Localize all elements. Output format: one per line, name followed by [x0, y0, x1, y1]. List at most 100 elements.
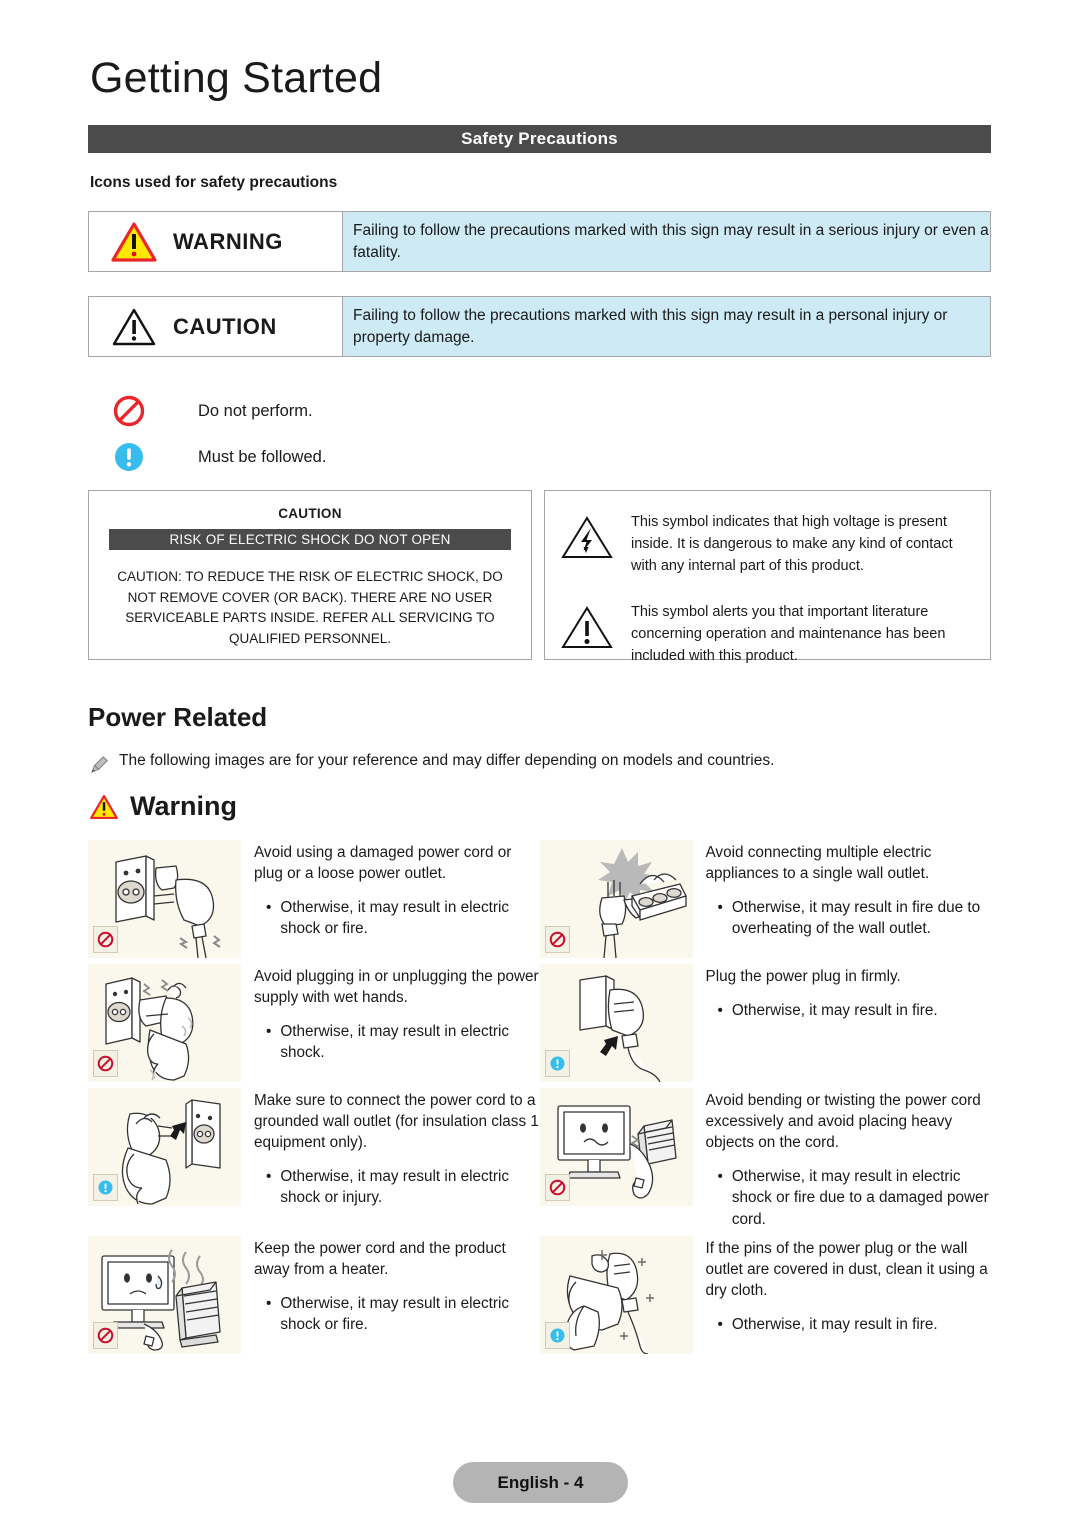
- must-follow-badge: [93, 1174, 118, 1201]
- warning-item-bullet: • Otherwise, it may result in electric s…: [254, 897, 540, 939]
- prohibition-badge: [93, 1321, 118, 1349]
- bullet-dot: •: [266, 1294, 272, 1312]
- must-follow-circle-icon: [98, 1180, 113, 1195]
- severity-warning-text: Failing to follow the precautions marked…: [343, 212, 990, 271]
- warning-triangle-yellow-icon: [90, 794, 118, 819]
- bullet-dot: •: [266, 1168, 272, 1186]
- warning-item: Avoid connecting multiple electric appli…: [539, 840, 992, 959]
- prohibition-circle-icon: [549, 1179, 565, 1196]
- warning-grid-row: Avoid using a damaged power cord or plug…: [88, 840, 992, 959]
- icons-legend-caption: Icons used for safety precautions: [90, 174, 338, 191]
- plug-firmly-inserted-illustration: [539, 964, 693, 1083]
- legend-must-be-followed: Must be followed.: [112, 440, 326, 474]
- caution-triangle-white-icon: [112, 308, 156, 345]
- shock-box-bar: RISK OF ELECTRIC SHOCK DO NOT OPEN: [109, 529, 511, 550]
- warning-item-body: Avoid using a damaged power cord or plug…: [254, 840, 540, 958]
- manual-page: Getting Started Safety Precautions Icons…: [0, 0, 1080, 1534]
- warning-item-bullet: • Otherwise, it may result in fire.: [706, 1000, 992, 1021]
- severity-caution-label-cell: CAUTION: [89, 297, 343, 356]
- warning-item-bullet: • Otherwise, it may result in electric s…: [254, 1166, 540, 1208]
- symbol-literature-text: This symbol alerts you that important li…: [631, 604, 946, 665]
- shock-box-title: CAUTION: [278, 506, 342, 521]
- overloaded-power-strip-illustration: [539, 840, 693, 959]
- shock-box-body: CAUTION: TO REDUCE THE RISK OF ELECTRIC …: [117, 569, 503, 646]
- warning-item-bullet: • Otherwise, it may result in electric s…: [254, 1293, 540, 1335]
- damaged-plug-and-outlet-illustration: [88, 840, 241, 959]
- bent-cord-heavy-object-illustration: [539, 1088, 693, 1206]
- warning-item-lead: If the pins of the power plug or the wal…: [705, 1239, 988, 1299]
- warning-item: Avoid using a damaged power cord or plug…: [88, 840, 540, 959]
- bullet-dot: •: [717, 899, 723, 917]
- section-header-label: Safety Precautions: [461, 129, 618, 148]
- must-follow-circle-icon: [550, 1328, 564, 1343]
- bullet-dot: •: [266, 899, 272, 917]
- clean-plug-with-dry-cloth-illustration: [539, 1235, 693, 1355]
- legend-do-not-perform-label: Do not perform.: [198, 401, 313, 420]
- must-follow-badge: [544, 1321, 570, 1349]
- warning-item: Keep the power cord and the product away…: [88, 1235, 540, 1354]
- warning-item-bullet-text: Otherwise, it may result in fire.: [731, 1315, 938, 1333]
- warning-item-bullet: • Otherwise, it may result in fire.: [706, 1314, 992, 1335]
- warning-subsection-heading: Warning: [90, 791, 237, 822]
- warning-triangle-yellow-icon: [111, 221, 157, 262]
- warning-grid-row: Make sure to connect the power cord to a…: [88, 1088, 991, 1230]
- symbol-explanation-box: This symbol indicates that high voltage …: [544, 490, 991, 664]
- severity-caution-label: CAUTION: [173, 313, 277, 339]
- page-footer-label: English - 4: [453, 1462, 628, 1503]
- warning-item-bullet-text: Otherwise, it may result in electric sho…: [280, 1023, 510, 1062]
- legend-do-not-perform: Do not perform.: [112, 394, 313, 428]
- warning-item-lead: Plug the power plug in firmly.: [705, 968, 901, 985]
- warning-item: Avoid bending or twisting the power cord…: [539, 1088, 992, 1230]
- warning-grid-row: Avoid plugging in or unplugging the powe…: [88, 964, 992, 1083]
- symbol-row-important-literature: This symbol alerts you that important li…: [545, 601, 990, 667]
- warning-grid-row: Keep the power cord and the product away…: [88, 1235, 992, 1355]
- symbol-row-high-voltage: This symbol indicates that high voltage …: [545, 511, 990, 577]
- severity-caution-text: Failing to follow the precautions marked…: [343, 297, 990, 356]
- prohibition-circle-icon: [113, 395, 145, 427]
- bullet-dot: •: [717, 1168, 723, 1186]
- warning-item-body: Plug the power plug in firmly. • Otherwi…: [706, 964, 992, 1082]
- prohibition-badge: [93, 926, 118, 953]
- must-follow-badge: [544, 1050, 570, 1077]
- must-follow-circle-icon: [115, 443, 143, 471]
- symbol-high-voltage-text: This symbol indicates that high voltage …: [631, 514, 953, 575]
- monitor-near-heater-illustration: [88, 1235, 241, 1354]
- reference-note: The following images are for your refere…: [90, 752, 774, 774]
- severity-warning-label-cell: WARNING: [89, 212, 343, 271]
- bullet-dot: •: [717, 1002, 723, 1020]
- severity-warning-label: WARNING: [173, 228, 283, 254]
- wet-hands-plug-illustration: [88, 964, 241, 1082]
- warning-item-bullet: • Otherwise, it may result in electric s…: [706, 1166, 992, 1229]
- grounded-wall-outlet-illustration: [88, 1088, 241, 1206]
- warning-item-bullet-text: Otherwise, it may result in electric sho…: [731, 1168, 989, 1228]
- legend-must-be-followed-label: Must be followed.: [198, 447, 327, 466]
- warning-item: Plug the power plug in firmly. • Otherwi…: [539, 964, 992, 1083]
- warning-item-lead: Keep the power cord and the product away…: [254, 1239, 506, 1278]
- prohibition-circle-icon: [549, 931, 565, 948]
- warning-items-grid: Avoid using a damaged power cord or plug…: [88, 840, 991, 1360]
- bullet-dot: •: [266, 1023, 272, 1041]
- warning-item-lead: Avoid connecting multiple electric appli…: [705, 844, 932, 883]
- prohibition-circle-icon: [97, 1327, 114, 1343]
- must-follow-circle-icon: [550, 1056, 564, 1071]
- prohibition-circle-icon: [97, 1055, 114, 1072]
- exclamation-triangle-icon: [561, 606, 613, 649]
- warning-item-bullet-text: Otherwise, it may result in fire due to …: [731, 899, 981, 938]
- warning-item: If the pins of the power plug or the wal…: [539, 1235, 992, 1355]
- warning-item: Avoid plugging in or unplugging the powe…: [88, 964, 540, 1082]
- page-title: Getting Started: [90, 54, 383, 102]
- severity-row-warning: WARNING Failing to follow the precaution…: [88, 211, 991, 272]
- warning-item-lead: Avoid bending or twisting the power cord…: [705, 1092, 981, 1152]
- warning-item-bullet-text: Otherwise, it may result in electric sho…: [280, 1294, 510, 1333]
- warning-item-bullet-text: Otherwise, it may result in fire.: [731, 1002, 938, 1020]
- warning-item-body: Avoid plugging in or unplugging the powe…: [254, 964, 540, 1082]
- prohibition-badge: [93, 1050, 118, 1077]
- prohibition-badge: [544, 926, 570, 953]
- warning-item-body: Avoid connecting multiple electric appli…: [706, 840, 992, 958]
- prohibition-badge: [544, 1174, 570, 1201]
- warning-subsection-label: Warning: [130, 791, 237, 821]
- reference-note-text: The following images are for your refere…: [119, 752, 775, 769]
- bullet-dot: •: [717, 1315, 723, 1333]
- symbol-high-voltage-icon-wrap: [559, 511, 615, 577]
- warning-item-bullet-text: Otherwise, it may result in electric sho…: [280, 1168, 510, 1207]
